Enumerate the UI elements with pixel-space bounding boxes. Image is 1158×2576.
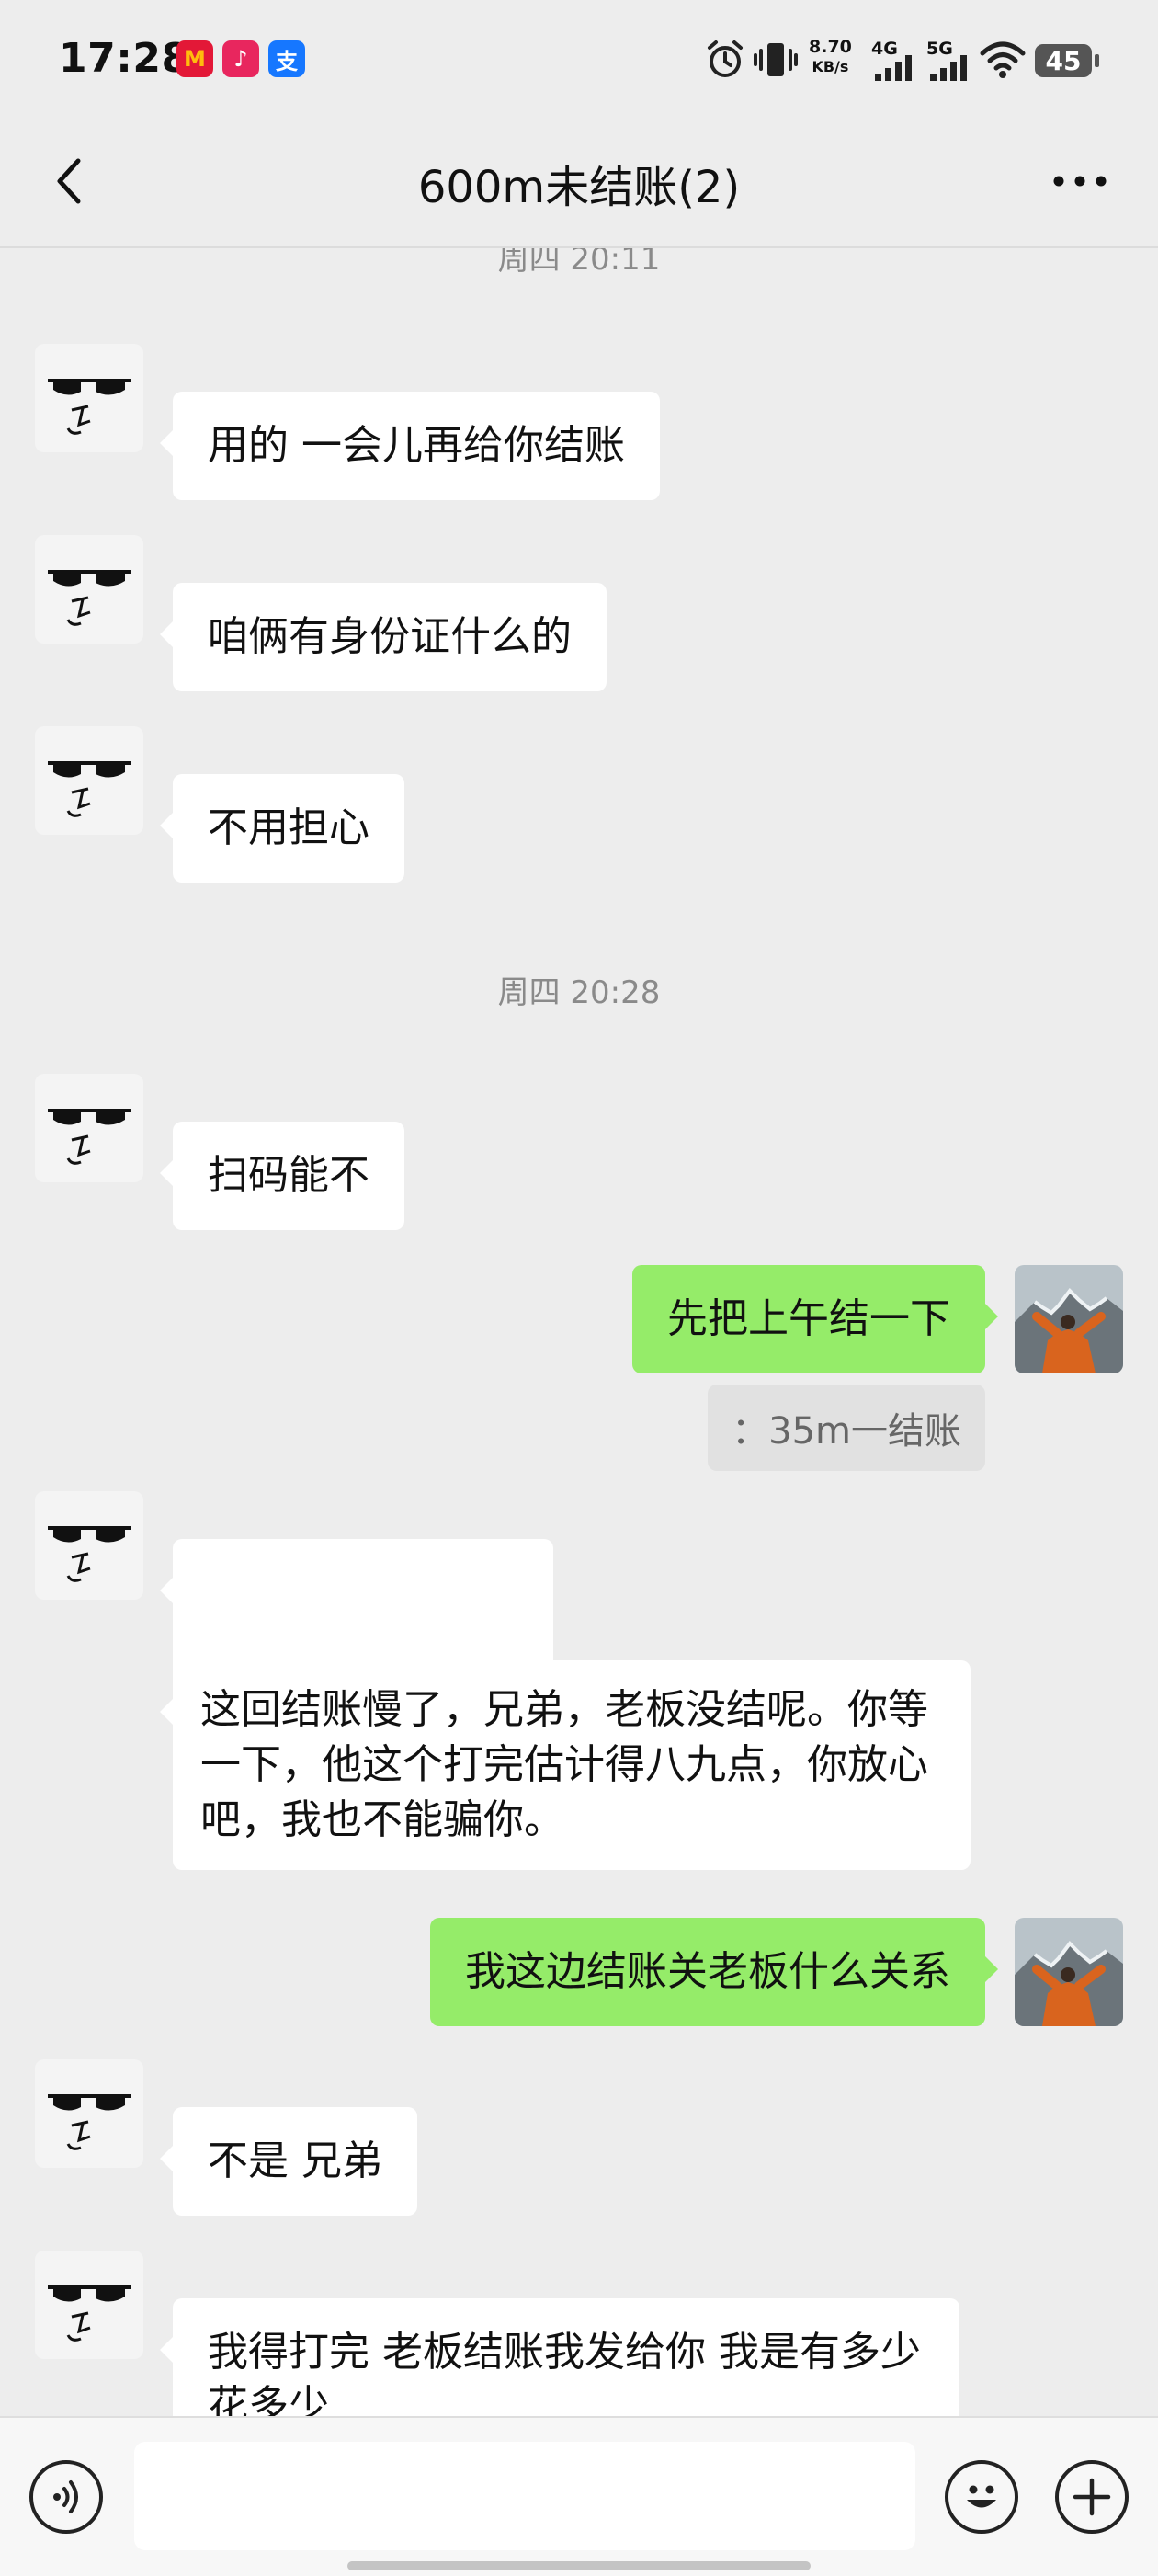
contact-avatar[interactable] bbox=[35, 1491, 143, 1600]
contact-avatar[interactable] bbox=[35, 344, 143, 452]
more-dots-icon bbox=[1053, 176, 1107, 187]
self-avatar[interactable] bbox=[1015, 1918, 1123, 2026]
home-indicator[interactable] bbox=[347, 2561, 811, 2570]
smiley-icon bbox=[967, 2485, 996, 2508]
message-bubble-received[interactable]: 扫码能不 bbox=[160, 1122, 404, 1230]
contact-avatar[interactable] bbox=[35, 1074, 143, 1182]
net-speed: 8.70 KB/s bbox=[809, 37, 852, 77]
sunglasses-face-icon bbox=[48, 2094, 131, 2150]
message-input[interactable] bbox=[134, 2442, 915, 2550]
chat-header: 600m未结账(2) bbox=[0, 120, 1158, 248]
battery-indicator: 45 bbox=[1035, 44, 1099, 77]
message-list[interactable]: 周四 20:11 用的 一会儿再给你结账 咱俩有身份证什么的 不用担心 周四 2… bbox=[0, 248, 1158, 2416]
alipay-icon: 支 bbox=[268, 40, 305, 77]
alarm-icon bbox=[708, 40, 743, 77]
message-bubble-received[interactable]: 用的 一会儿再给你结账 bbox=[160, 392, 660, 500]
input-toolbar bbox=[0, 2416, 1158, 2576]
sunglasses-face-icon bbox=[48, 1526, 131, 1582]
contact-avatar[interactable] bbox=[35, 2251, 143, 2359]
self-avatar[interactable] bbox=[1015, 1265, 1123, 1373]
mcdonalds-icon: M bbox=[176, 40, 213, 77]
status-clock: 17:28 bbox=[59, 35, 190, 82]
more-functions-button[interactable] bbox=[1055, 2460, 1129, 2534]
net-speed-unit: KB/s bbox=[812, 58, 849, 75]
status-bar: 17:28 M ♪ 支 8.70 KB/s 4G 5G 45 bbox=[0, 0, 1158, 120]
signal-4g-icon bbox=[875, 55, 912, 81]
sunglasses-face-icon bbox=[48, 2285, 131, 2342]
more-options-button[interactable] bbox=[1048, 149, 1112, 213]
douyin-icon: ♪ bbox=[222, 40, 259, 77]
message-bubble-received[interactable]: 不是 兄弟 bbox=[160, 2107, 417, 2216]
chat-title: 600m未结账(2) bbox=[417, 162, 741, 213]
mountain-photo-icon bbox=[1015, 1265, 1123, 1373]
timestamp: 周四 20:11 bbox=[497, 248, 661, 278]
contact-avatar[interactable] bbox=[35, 535, 143, 644]
sunglasses-face-icon bbox=[48, 379, 131, 435]
signal-5g-icon bbox=[930, 55, 967, 81]
wifi-icon bbox=[980, 41, 1026, 78]
timestamp: 周四 20:28 bbox=[497, 975, 661, 1011]
message-bubble-sent[interactable]: 先把上午结一下 bbox=[632, 1265, 998, 1373]
mountain-photo-icon bbox=[1015, 1918, 1123, 2026]
emoji-button[interactable] bbox=[945, 2460, 1018, 2534]
contact-avatar[interactable] bbox=[35, 2059, 143, 2168]
message-bubble-received[interactable]: 我得打完 老板结账我发给你 我是有多少花多少 bbox=[160, 2298, 959, 2416]
voice-input-button[interactable] bbox=[29, 2460, 103, 2534]
contact-avatar[interactable] bbox=[35, 726, 143, 835]
voice-wave-icon bbox=[53, 2480, 78, 2513]
quoted-message[interactable]: ：35m一结账 bbox=[708, 1385, 985, 1471]
sunglasses-face-icon bbox=[48, 761, 131, 817]
message-bubble-received[interactable]: 咱俩有身份证什么的 bbox=[160, 583, 607, 691]
net-speed-value: 8.70 bbox=[809, 37, 852, 57]
plus-icon bbox=[1073, 2478, 1111, 2516]
sunglasses-face-icon bbox=[48, 1109, 131, 1165]
sunglasses-face-icon bbox=[48, 570, 131, 626]
message-bubble-received[interactable]: 这回结账慢了，兄弟，老板没结呢。你等一下，他这个打完估计得八九点，你放心吧，我也… bbox=[160, 1660, 971, 1870]
vibrate-icon bbox=[754, 43, 798, 76]
message-bubble-sent[interactable]: 我这边结账关老板什么关系 bbox=[430, 1918, 998, 2026]
message-bubble-received[interactable]: 不用担心 bbox=[160, 774, 404, 883]
